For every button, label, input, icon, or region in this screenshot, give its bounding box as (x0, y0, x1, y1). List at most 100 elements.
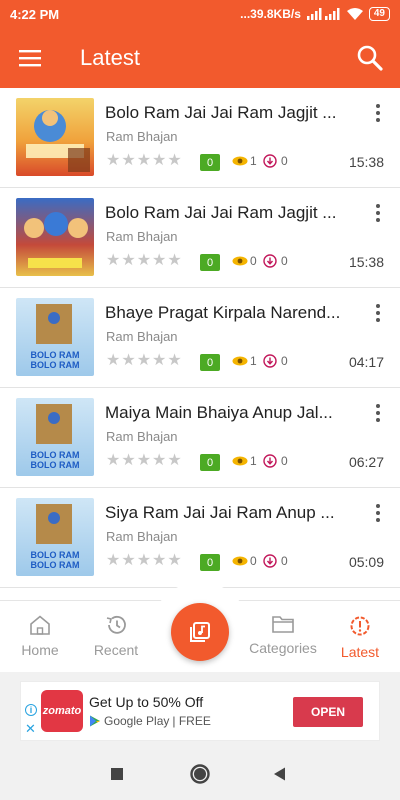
album-thumbnail (16, 198, 94, 276)
song-title: Siya Ram Jai Jai Ram Anup ... (105, 503, 335, 522)
song-category: Ram Bhajan (106, 529, 178, 544)
song-category: Ram Bhajan (106, 229, 178, 244)
view-count: 1 (232, 154, 257, 168)
ad-store-name: Google Play (104, 714, 170, 728)
folder-icon (272, 616, 294, 633)
song-duration: 04:17 (348, 354, 384, 370)
now-playing-button[interactable] (171, 603, 229, 661)
recents-icon[interactable] (105, 762, 129, 786)
home-button-icon[interactable] (188, 762, 212, 786)
svg-text:BOLO RAM: BOLO RAM (31, 460, 80, 470)
album-thumbnail: BOLO RAM BOLO RAM (16, 498, 94, 576)
view-count: 0 (232, 254, 257, 268)
rating-count-badge: 0 (200, 254, 220, 271)
download-icon (263, 354, 277, 368)
battery-indicator: 49 (368, 7, 390, 21)
eye-icon (232, 556, 248, 566)
svg-text:BOLO RAM: BOLO RAM (31, 360, 80, 370)
ad-store-line: Google Play | FREE (89, 714, 211, 728)
rating-count-badge: 0 (200, 454, 220, 471)
ad-info-icon[interactable]: i (25, 704, 37, 716)
more-options-icon[interactable] (370, 302, 386, 324)
nav-categories[interactable]: Categories (240, 615, 326, 656)
album-thumbnail (16, 98, 94, 176)
ad-close-icon[interactable]: ✕ (25, 722, 36, 735)
more-options-icon[interactable] (370, 102, 386, 124)
download-count: 0 (263, 554, 288, 568)
ad-price: | FREE (172, 714, 211, 728)
song-list-item[interactable]: BOLO RAM BOLO RAM Bhaye Pragat Kirpala Na… (0, 288, 400, 388)
svg-text:BOLO RAM: BOLO RAM (31, 450, 80, 460)
eye-icon (232, 256, 248, 266)
album-thumbnail: BOLO RAM BOLO RAM (16, 298, 94, 376)
wifi-icon (346, 8, 363, 20)
rating-stars[interactable]: ★ ★ ★ ★ ★ (106, 153, 182, 169)
song-duration: 15:38 (348, 254, 384, 270)
status-icons: ...39.8KB/s 49 (240, 7, 390, 21)
song-duration: 05:09 (348, 554, 384, 570)
eye-icon (232, 356, 248, 366)
song-category: Ram Bhajan (106, 129, 178, 144)
rating-stars[interactable]: ★ ★ ★ ★ ★ (106, 253, 182, 269)
song-list[interactable]: Bolo Ram Jai Jai Ram Jagjit ... Ram Bhaj… (0, 88, 400, 600)
song-title: Bolo Ram Jai Jai Ram Jagjit ... (105, 103, 337, 122)
song-list-item[interactable]: Bolo Ram Jai Jai Ram Jagjit ... Ram Bhaj… (0, 88, 400, 188)
google-play-icon (90, 715, 100, 727)
rating-stars[interactable]: ★ ★ ★ ★ ★ (106, 353, 182, 369)
song-duration: 06:27 (348, 454, 384, 470)
ad-logo: zomato (41, 690, 83, 732)
home-icon (30, 615, 50, 635)
download-count: 0 (263, 354, 288, 368)
svg-text:BOLO RAM: BOLO RAM (31, 550, 80, 560)
new-releases-icon (350, 616, 370, 636)
download-count: 0 (263, 254, 288, 268)
system-navigation-bar (0, 748, 400, 800)
rating-count-badge: 0 (200, 554, 220, 571)
download-icon (263, 454, 277, 468)
view-count: 1 (232, 454, 257, 468)
song-list-item[interactable]: BOLO RAM BOLO RAM Siya Ram Jai Jai Ram An… (0, 488, 400, 588)
more-options-icon[interactable] (370, 402, 386, 424)
ad-title: Get Up to 50% Off (89, 694, 204, 710)
network-speed: ...39.8KB/s (240, 7, 301, 21)
search-icon[interactable] (340, 28, 400, 88)
nav-latest[interactable]: Latest (320, 615, 400, 660)
song-list-item[interactable]: Bolo Ram Jai Jai Ram Jagjit ... Ram Bhaj… (0, 188, 400, 288)
view-count: 1 (232, 354, 257, 368)
song-title: Maiya Main Bhaiya Anup Jal... (105, 403, 333, 422)
song-category: Ram Bhajan (106, 329, 178, 344)
rating-stars[interactable]: ★ ★ ★ ★ ★ (106, 453, 182, 469)
svg-text:BOLO RAM: BOLO RAM (31, 350, 80, 360)
ad-open-button[interactable]: OPEN (293, 697, 363, 727)
rating-stars[interactable]: ★ ★ ★ ★ ★ (106, 553, 182, 569)
status-bar: 4:22 PM ...39.8KB/s 49 (0, 0, 400, 28)
ad-banner[interactable]: i ✕ zomato Get Up to 50% Off Google Play… (20, 681, 380, 741)
song-list-item[interactable]: BOLO RAM BOLO RAM Maiya Main Bhaiya Anup … (0, 388, 400, 488)
more-options-icon[interactable] (370, 202, 386, 224)
download-icon (263, 154, 277, 168)
rating-count-badge: 0 (200, 154, 220, 171)
page-title: Latest (80, 45, 140, 70)
menu-icon[interactable] (0, 28, 60, 88)
app-toolbar: Latest (0, 28, 400, 88)
svg-text:BOLO RAM: BOLO RAM (31, 560, 80, 570)
song-duration: 15:38 (348, 154, 384, 170)
eye-icon (232, 156, 248, 166)
signal-icon (306, 8, 340, 20)
view-count: 0 (232, 554, 257, 568)
more-options-icon[interactable] (370, 502, 386, 524)
history-icon (106, 615, 126, 634)
back-icon[interactable] (268, 762, 292, 786)
download-icon (263, 554, 277, 568)
album-thumbnail: BOLO RAM BOLO RAM (16, 398, 94, 476)
music-library-icon (190, 622, 210, 642)
clock: 4:22 PM (10, 6, 60, 22)
song-title: Bolo Ram Jai Jai Ram Jagjit ... (105, 203, 337, 222)
download-count: 0 (263, 154, 288, 168)
nav-home[interactable]: Home (0, 615, 80, 658)
download-icon (263, 254, 277, 268)
rating-count-badge: 0 (200, 354, 220, 371)
nav-recent[interactable]: Recent (76, 615, 156, 658)
song-category: Ram Bhajan (106, 429, 178, 444)
download-count: 0 (263, 454, 288, 468)
